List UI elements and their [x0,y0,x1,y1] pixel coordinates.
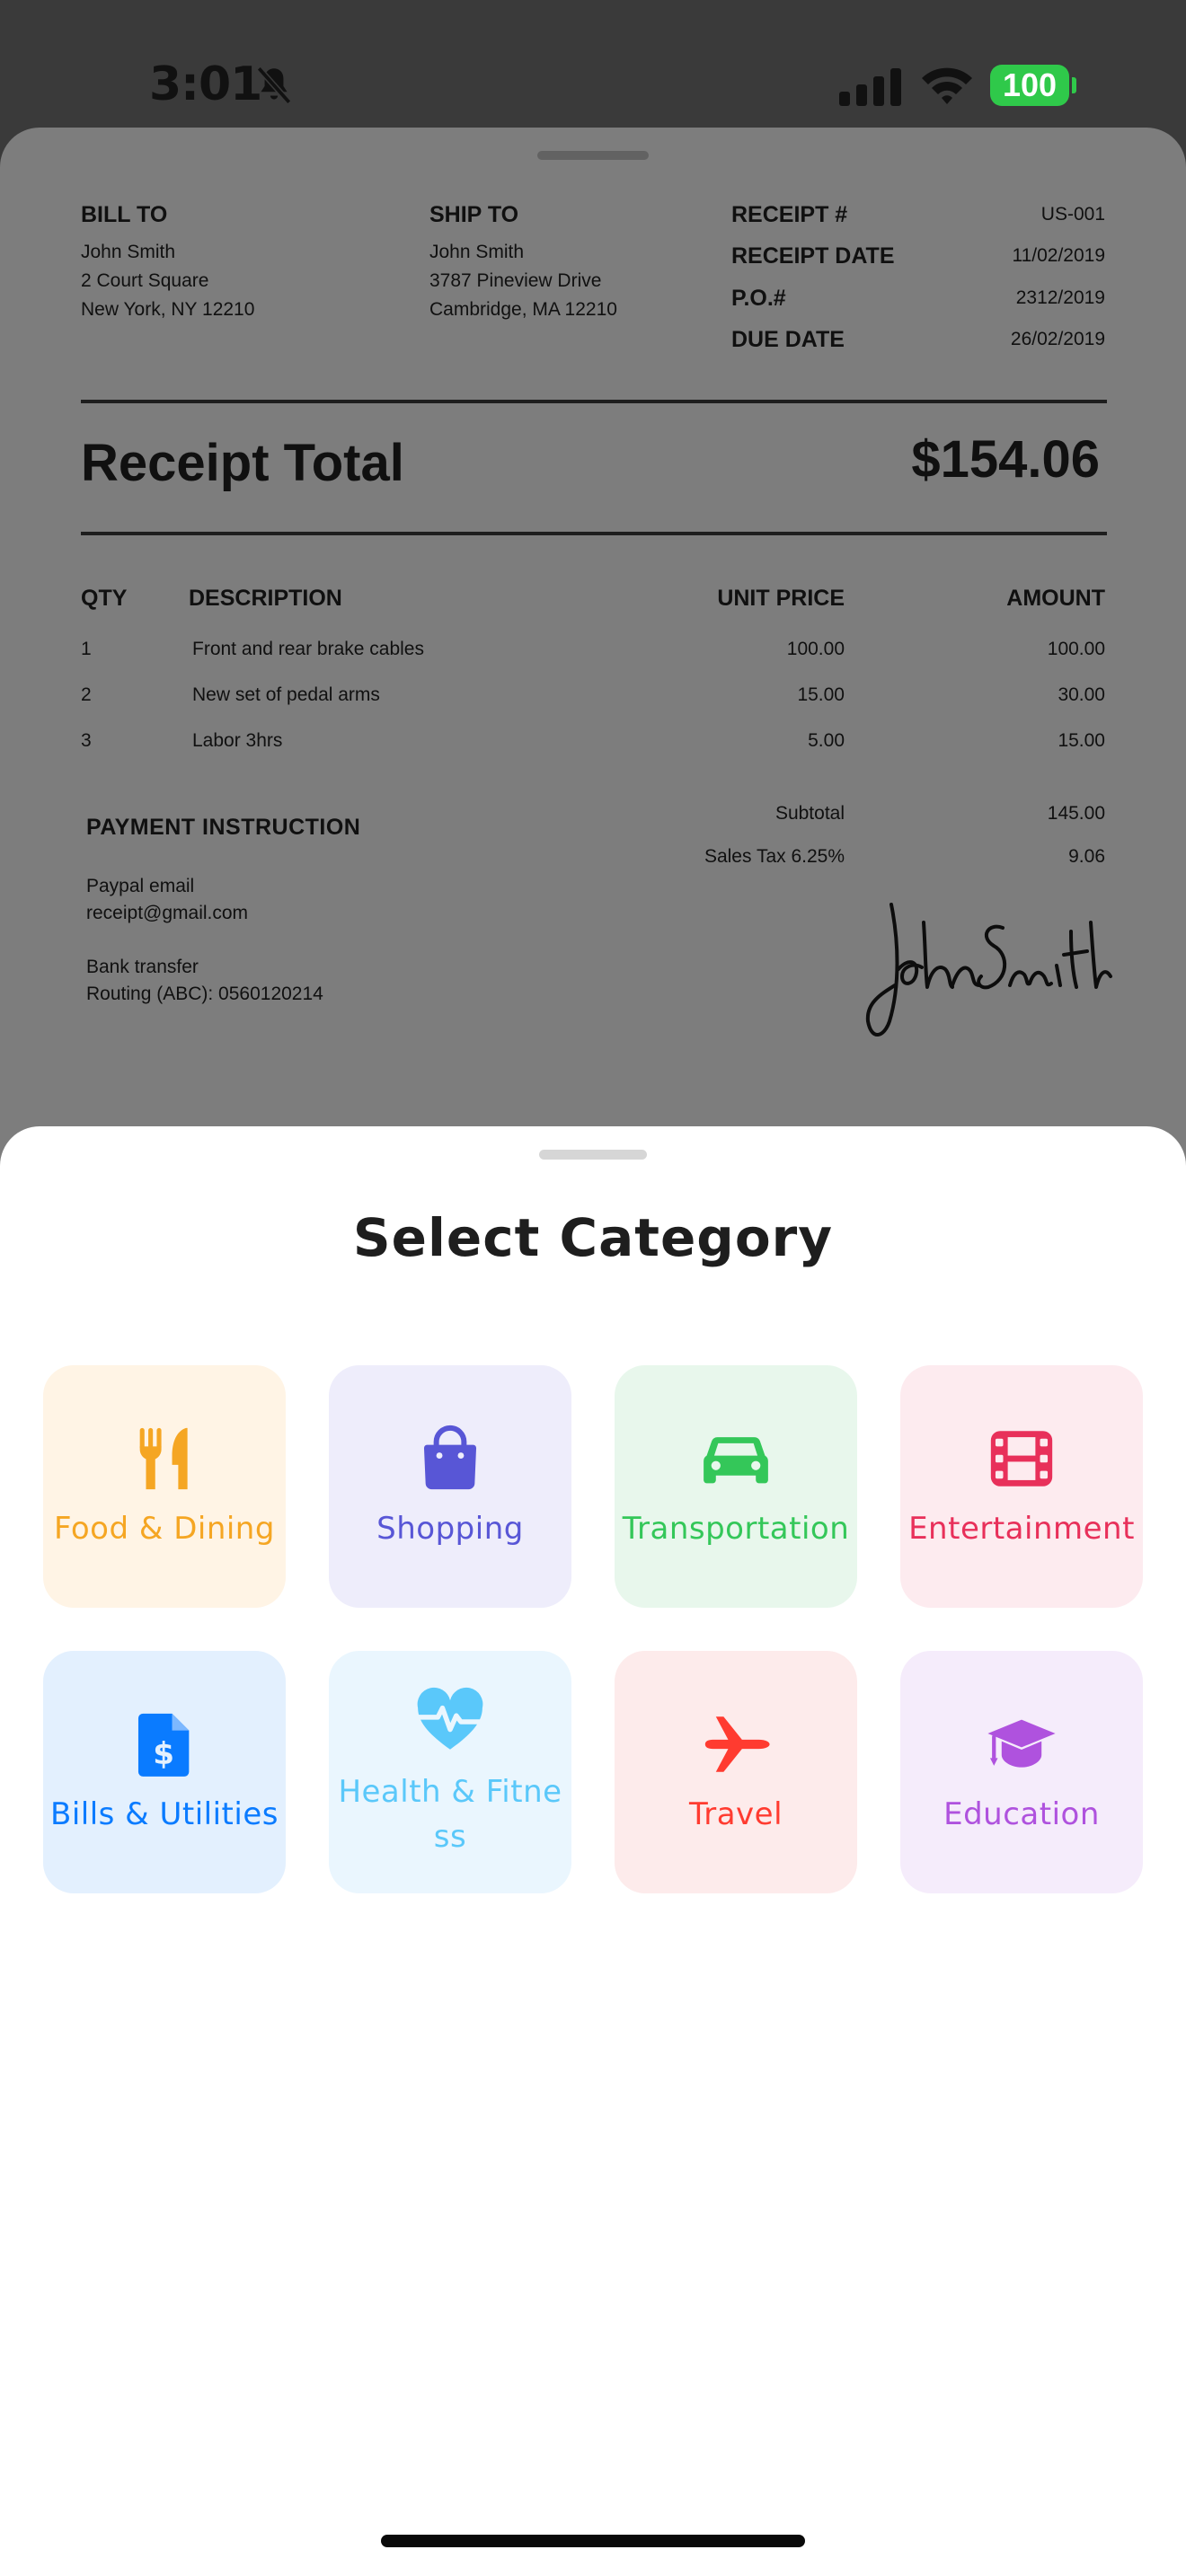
amount-header: AMOUNT [1006,586,1105,611]
category-shopping[interactable]: Shopping [329,1365,571,1608]
category-food-dining[interactable]: Food & Dining [43,1365,286,1608]
po-value: 2312/2019 [1015,287,1105,308]
subtotal-value: 145.00 [1047,803,1105,824]
category-travel[interactable]: Travel [615,1651,857,1893]
ship-to-line2: Cambridge, MA 12210 [429,299,617,320]
category-bills-utilities[interactable]: $ Bills & Utilities [43,1651,286,1893]
receipt-date-label: RECEIPT DATE [731,243,895,269]
receipt-sheet-handle[interactable] [537,151,649,160]
utensils-icon [139,1427,188,1490]
battery-cap [1072,77,1076,93]
category-transportation[interactable]: Transportation [615,1365,857,1608]
cellular-signal-icon [839,68,901,106]
qty-header: QTY [81,586,128,611]
bank-transfer-label: Bank transfer [86,957,199,977]
ship-to-line1: 3787 Pineview Drive [429,270,602,291]
category-education[interactable]: Education [900,1651,1143,1893]
category-label: Entertainment [908,1511,1135,1547]
car-icon [704,1437,768,1484]
item-description: Labor 3hrs [192,730,283,751]
ship-to-name: John Smith [429,242,525,262]
item-amount: 15.00 [1058,730,1105,751]
receipt-number-value: US-001 [1040,204,1105,225]
bill-to-label: BILL TO [81,202,168,227]
category-label: Food & Dining [54,1511,275,1547]
shopping-bag-icon [423,1425,477,1490]
item-description: New set of pedal arms [192,684,380,705]
divider [81,532,1107,535]
category-entertainment[interactable]: Entertainment [900,1365,1143,1608]
subtotal-label: Subtotal [774,803,845,824]
receipt-number-label: RECEIPT # [731,202,848,227]
bank-transfer-value: Routing (ABC): 0560120214 [86,984,323,1004]
due-date-value: 26/02/2019 [1010,329,1105,349]
receipt-total-value: $154.06 [911,430,1100,489]
item-unit-price: 15.00 [797,684,845,705]
home-indicator[interactable] [381,2535,805,2547]
receipt-sheet: BILL TO John Smith 2 Court Square New Yo… [0,128,1186,1205]
item-unit-price: 5.00 [808,730,845,751]
category-label: Travel [688,1796,783,1832]
paypal-value: receipt@gmail.com [86,903,249,923]
bill-to-line1: 2 Court Square [81,270,209,291]
battery-icon: 100 [990,65,1069,106]
heartbeat-icon [415,1687,485,1750]
category-label: Education [943,1796,1100,1832]
bill-icon: $ [137,1713,190,1777]
description-header: DESCRIPTION [189,586,342,611]
item-amount: 100.00 [1047,639,1105,659]
item-amount: 30.00 [1058,684,1105,705]
category-label: Bills & Utilities [50,1796,279,1832]
category-label: Transportation [622,1511,850,1547]
item-unit-price: 100.00 [786,639,845,659]
bill-to-line2: New York, NY 12210 [81,299,255,320]
select-category-sheet: Select Category Food & Dining Shopping T… [0,1126,1186,2576]
airplane-icon [704,1716,770,1772]
category-health-fitness[interactable]: Health & Fitness [329,1651,571,1893]
sales-tax-label: Sales Tax 6.25% [704,846,845,867]
graduation-cap-icon [987,1719,1056,1768]
payment-instruction-title: PAYMENT INSTRUCTION [86,815,361,840]
paypal-label: Paypal email [86,876,195,896]
status-bar: 3:01 100 [0,0,1186,135]
sheet-title: Select Category [352,1207,834,1268]
ship-to-label: SHIP TO [429,202,519,227]
item-qty: 1 [81,639,92,659]
receipt-date-value: 11/02/2019 [1012,245,1105,266]
divider [81,400,1107,403]
film-icon [990,1431,1053,1486]
svg-text:$: $ [153,1736,174,1772]
category-label: Shopping [376,1511,524,1547]
due-date-label: DUE DATE [731,327,845,352]
item-qty: 2 [81,684,92,705]
wifi-icon [922,67,972,104]
receipt-total-label: Receipt Total [81,434,404,492]
bill-to-name: John Smith [81,242,176,262]
sales-tax-value: 9.06 [1068,846,1105,867]
bell-slash-icon [256,66,292,104]
item-description: Front and rear brake cables [192,639,424,659]
signature-image [865,903,1112,1037]
item-qty: 3 [81,730,92,751]
category-label: Health & Fitness [338,1774,562,1855]
sheet-drag-handle[interactable] [539,1150,647,1160]
unit-price-header: UNIT PRICE [717,586,845,611]
status-time: 3:01 [149,57,262,111]
po-label: P.O.# [731,286,786,311]
